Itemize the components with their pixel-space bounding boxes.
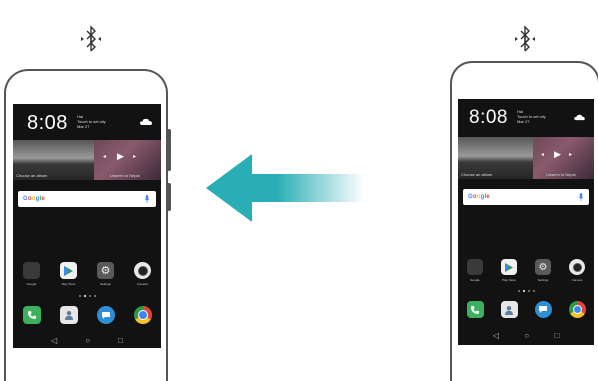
app-label: Camera (571, 278, 583, 282)
banner-caption-right: Unseen in Nepal (110, 173, 140, 178)
back-triangle-icon[interactable]: ◁ (493, 331, 499, 340)
messages-icon[interactable] (96, 306, 115, 324)
banner-caption-right: Unseen in Nepal (546, 172, 576, 177)
google-logo: Google (23, 196, 45, 202)
app-row: Google Play Store ⚙ Settings Camera (13, 262, 161, 286)
cloud-icon (140, 118, 152, 125)
chrome-icon[interactable] (568, 301, 586, 318)
google-folder-icon (467, 259, 483, 275)
app-camera[interactable]: Camera (569, 259, 585, 282)
app-label: Play Store (61, 282, 76, 286)
prev-icon[interactable]: ◂ (541, 152, 544, 158)
app-label: Google (26, 282, 37, 286)
google-folder-icon (23, 262, 40, 279)
play-store-icon (60, 262, 77, 279)
nav-bar: ◁ ○ □ (37, 334, 137, 346)
screen: 8:08 Hai Touch to set city Mar 27 ◂ ▶ ▸ … (458, 99, 594, 345)
bluetooth-icon (515, 25, 535, 52)
home-circle-icon[interactable]: ○ (524, 331, 529, 340)
right-phone: 8:08 Hai Touch to set city Mar 27 ◂ ▶ ▸ … (450, 61, 598, 381)
dock (458, 301, 594, 318)
app-label: Camera (137, 282, 148, 286)
messages-icon[interactable] (534, 301, 552, 318)
chrome-icon[interactable] (133, 306, 152, 324)
screen: 8:08 Hai Touch to set city Mar 27 ◂ ▶ ▸ … (13, 104, 161, 348)
prev-icon[interactable]: ◂ (103, 154, 106, 160)
phone-icon[interactable] (22, 306, 41, 324)
app-google[interactable]: Google (467, 259, 483, 282)
clock: 8:08 (469, 107, 508, 128)
app-label: Settings (100, 282, 111, 286)
app-camera[interactable]: Camera (134, 262, 151, 286)
banner-caption-left: Choose an album (16, 173, 48, 178)
app-google[interactable]: Google (23, 262, 40, 286)
settings-gear-icon: ⚙ (535, 259, 551, 275)
transfer-arrow (206, 154, 364, 222)
page-indicator (13, 295, 161, 297)
app-label: Play Store (502, 278, 516, 282)
play-icon[interactable]: ▶ (554, 150, 561, 159)
contacts-icon[interactable] (500, 301, 518, 318)
left-phone: 8:08 Hai Touch to set city Mar 27 ◂ ▶ ▸ … (4, 69, 171, 381)
app-settings[interactable]: ⚙ Settings (535, 259, 551, 282)
page-indicator (458, 290, 594, 292)
contacts-icon[interactable] (59, 306, 78, 324)
dock (13, 306, 161, 324)
magazine-banner[interactable]: ◂ ▶ ▸ Choose an album Unseen in Nepal (13, 140, 161, 180)
clock: 8:08 (27, 112, 68, 134)
app-play-store[interactable]: Play Store (501, 259, 517, 282)
search-bar[interactable]: Google (18, 191, 156, 207)
recents-square-icon[interactable]: □ (554, 331, 559, 340)
app-label: Settings (537, 278, 549, 282)
home-circle-icon[interactable]: ○ (85, 336, 90, 345)
app-row: Google Play Store ⚙ Settings Camera (458, 259, 594, 282)
google-logo: Google (468, 194, 490, 200)
bluetooth-icon (81, 25, 101, 52)
app-label: Google (470, 278, 480, 282)
nav-bar: ◁ ○ □ (480, 329, 572, 341)
recents-square-icon[interactable]: □ (118, 336, 123, 345)
back-triangle-icon[interactable]: ◁ (51, 336, 57, 345)
play-store-icon (501, 259, 517, 275)
search-bar[interactable]: Google (463, 189, 589, 205)
banner-caption-left: Choose an album (461, 172, 493, 177)
cloud-icon (574, 114, 585, 121)
settings-gear-icon: ⚙ (97, 262, 114, 279)
volume-button (167, 129, 171, 171)
next-icon[interactable]: ▸ (569, 152, 572, 158)
camera-icon (134, 262, 151, 279)
play-icon[interactable]: ▶ (117, 152, 124, 161)
weather-date: Mar 27 (77, 124, 90, 129)
next-icon[interactable]: ▸ (133, 154, 136, 160)
magazine-banner[interactable]: ◂ ▶ ▸ Choose an album Unseen in Nepal (458, 137, 594, 179)
mic-icon[interactable] (144, 195, 150, 203)
power-button (167, 183, 171, 211)
app-settings[interactable]: ⚙ Settings (97, 262, 114, 286)
camera-icon (569, 259, 585, 275)
app-play-store[interactable]: Play Store (60, 262, 77, 286)
weather-date: Mar 27 (517, 119, 530, 124)
mic-icon[interactable] (578, 193, 584, 201)
phone-icon[interactable] (466, 301, 484, 318)
